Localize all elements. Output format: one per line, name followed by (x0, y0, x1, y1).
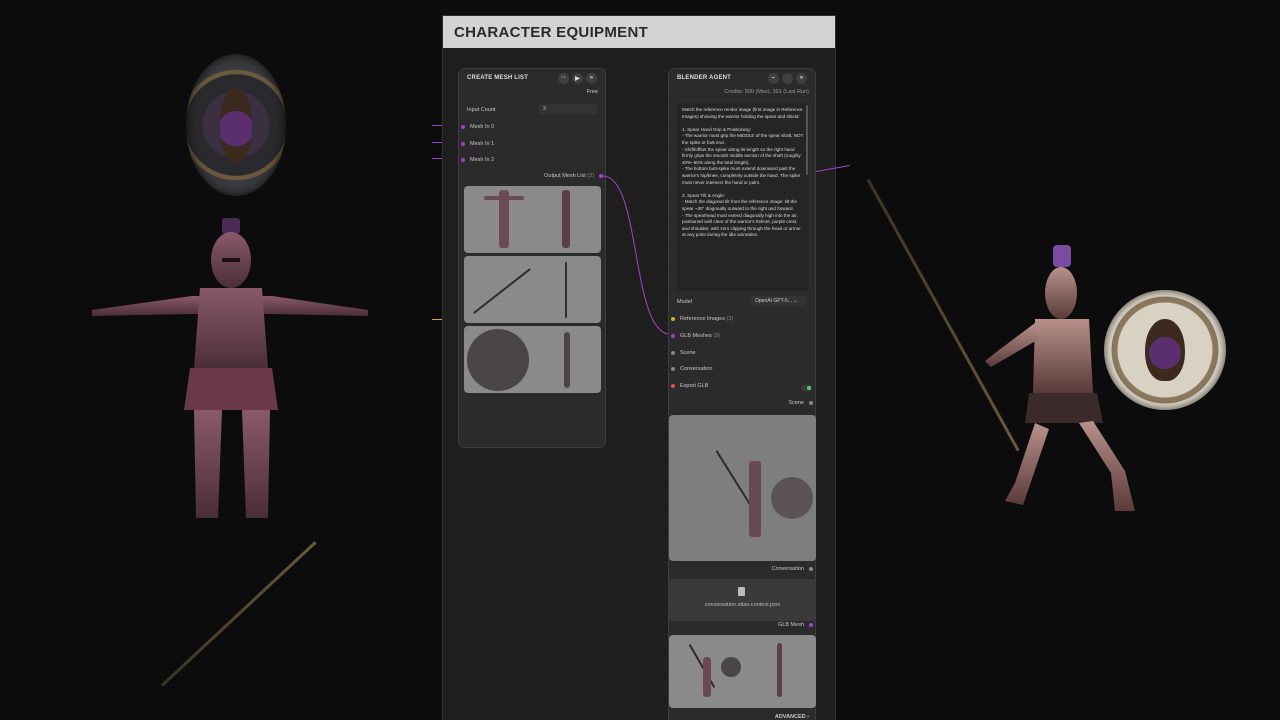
mesh-in-2-socket[interactable]: Mesh In 2 (461, 157, 494, 163)
shield-model (186, 54, 286, 196)
more-icon[interactable]: – (768, 72, 779, 84)
mesh-in-0-socket[interactable]: Mesh In 0 (461, 124, 494, 130)
conversation-file-card[interactable]: conversation.atlas-context.json (669, 579, 816, 621)
more-icon[interactable]: ·· (558, 72, 569, 84)
scene-preview[interactable] (669, 415, 816, 561)
fast-forward-icon[interactable]: » (796, 72, 807, 84)
prompt-textarea[interactable]: Match the reference render image (first … (677, 103, 809, 291)
socket-dot[interactable] (671, 334, 675, 338)
scene-socket[interactable]: Scene (671, 350, 696, 356)
character-equipment-group[interactable]: CHARACTER EQUIPMENT CREATE MESH LIST ·· … (442, 15, 836, 720)
socket-dot[interactable] (461, 142, 465, 146)
socket-dot[interactable] (671, 384, 675, 388)
model-label: Model (677, 299, 692, 305)
socket-dot[interactable] (461, 125, 465, 129)
socket-dot[interactable] (461, 158, 465, 162)
scene-output-socket[interactable]: Scene (788, 400, 813, 406)
model-select[interactable]: OpenAI GPT-5... ⌄ (751, 296, 807, 306)
socket-dot[interactable] (809, 401, 813, 405)
node-title: CREATE MESH LIST (467, 75, 529, 81)
conversation-output-socket[interactable]: Conversation (772, 566, 813, 572)
chevron-down-icon: ⌄ (793, 298, 798, 304)
export-glb-socket[interactable]: Export GLB (671, 383, 708, 389)
prompt-scrollbar[interactable] (806, 105, 808, 175)
glb-mesh-preview[interactable] (669, 635, 816, 708)
conversation-socket[interactable]: Conversation (671, 366, 712, 372)
wire-mesh-list-to-agent (602, 175, 670, 335)
fast-forward-icon[interactable]: » (586, 72, 597, 84)
group-title: CHARACTER EQUIPMENT (443, 16, 835, 48)
warrior-t-pose-model (92, 218, 368, 518)
play-icon[interactable]: ▶ (572, 72, 583, 84)
output-mesh-list-socket[interactable]: Output Mesh List (3) (544, 173, 603, 179)
socket-dot[interactable] (671, 317, 675, 321)
socket-dot[interactable] (671, 367, 675, 371)
input-count-label: Input Count (467, 107, 496, 113)
node-header[interactable]: CREATE MESH LIST ·· ▶ » (459, 69, 605, 87)
socket-dot[interactable] (671, 351, 675, 355)
mesh-preview-spear (464, 256, 601, 323)
advanced-toggle[interactable]: ADVANCED › (775, 714, 809, 720)
glb-meshes-socket[interactable]: GLB Meshes (3) (671, 333, 720, 339)
file-name: conversation.atlas-context.json (704, 602, 781, 608)
spear-model (160, 541, 317, 687)
stop-icon[interactable] (782, 72, 793, 84)
export-glb-toggle[interactable] (801, 385, 812, 391)
credits-label: Credits: 500 (Max), 391 (Last Run) (724, 89, 809, 95)
price-badge: Free (586, 89, 598, 95)
socket-dot[interactable] (809, 623, 813, 627)
reference-images-socket[interactable]: Reference Images (3) (671, 316, 733, 322)
mesh-preview-warrior (464, 186, 601, 253)
input-count-field[interactable]: 3 (539, 104, 597, 114)
node-title: BLENDER AGENT (677, 75, 732, 81)
mesh-preview-shield (464, 326, 601, 393)
node-header[interactable]: BLENDER AGENT – » (669, 69, 815, 87)
socket-dot[interactable] (809, 567, 813, 571)
held-shield (1104, 290, 1226, 410)
create-mesh-list-node[interactable]: CREATE MESH LIST ·· ▶ » Free Input Count… (458, 68, 606, 448)
chevron-right-icon: › (807, 714, 809, 720)
mesh-in-1-socket[interactable]: Mesh In 1 (461, 141, 494, 147)
blender-agent-node[interactable]: BLENDER AGENT – » Credits: 500 (Max), 39… (668, 68, 816, 720)
file-icon (738, 587, 745, 596)
glb-mesh-output-socket[interactable]: GLB Mesh (778, 622, 813, 628)
